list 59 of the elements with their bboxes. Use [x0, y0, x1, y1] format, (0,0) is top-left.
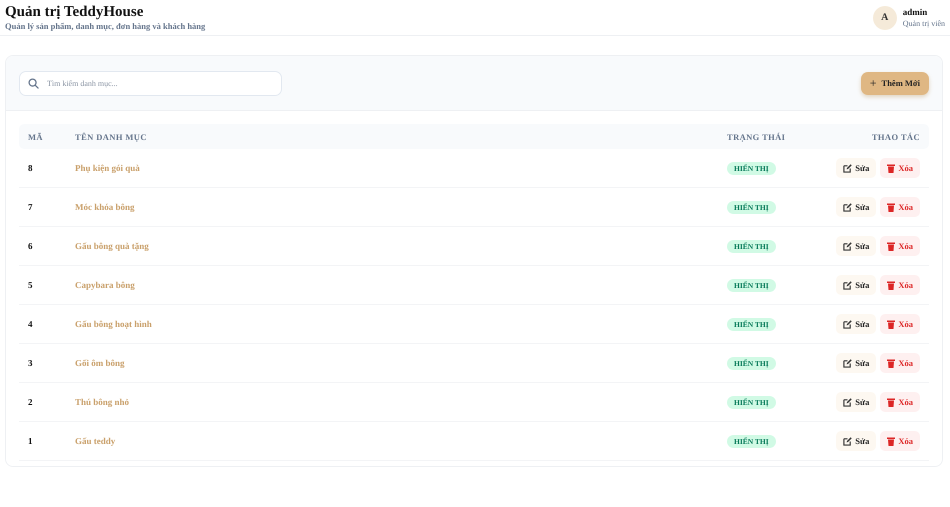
- edit-icon: [843, 242, 852, 250]
- trash-icon: [887, 280, 896, 290]
- trash-icon: [887, 242, 896, 250]
- delete-button[interactable]: Xóa: [880, 353, 920, 373]
- edit-button[interactable]: Sửa: [836, 158, 876, 178]
- id-cell-text: 6: [28, 241, 34, 251]
- edit-button[interactable]: Sửa: [836, 236, 876, 256]
- id-cell-text: 3: [28, 358, 34, 368]
- page-subtitle: Quản lý sản phẩm, danh mục, đơn hàng và khách hàng: [5, 21, 206, 31]
- category-name: Capybara bông: [75, 280, 136, 290]
- column-header: MÃ: [28, 132, 44, 142]
- search-field[interactable]: Tìm kiếm danh mục...: [19, 70, 282, 96]
- trash-icon: [887, 398, 896, 406]
- edit-button[interactable]: Sửa: [836, 275, 876, 295]
- category-name: Móc khóa bông: [75, 202, 136, 212]
- delete-button[interactable]: Xóa: [880, 197, 920, 217]
- edit-button[interactable]: Sửa: [836, 353, 876, 373]
- trash-icon: [887, 202, 896, 212]
- add-new-button[interactable]: + Thêm Mới: [860, 72, 929, 94]
- edit-icon: [843, 164, 852, 172]
- user-avatar[interactable]: A: [872, 6, 897, 30]
- edit-button[interactable]: Sửa: [836, 392, 876, 412]
- column-header: TRẠNG THÁI: [727, 132, 786, 142]
- column-header: THAO TÁC: [870, 132, 920, 142]
- category-name: Gối ôm bông: [75, 358, 126, 368]
- delete-button[interactable]: Xóa: [880, 236, 920, 256]
- category-name: Thú bông nhỏ: [75, 397, 130, 407]
- category-name: Phụ kiện gói quà: [75, 163, 141, 173]
- edit-icon: [843, 398, 852, 406]
- id-cell-text: 2: [28, 397, 34, 407]
- trash-icon: [887, 320, 896, 328]
- delete-button[interactable]: Xóa: [880, 275, 920, 295]
- edit-button[interactable]: Sửa: [836, 197, 876, 217]
- id-cell-text: 7: [28, 202, 34, 212]
- delete-button[interactable]: Xóa: [880, 158, 920, 178]
- category-name: Gấu bông quà tặng: [75, 241, 150, 251]
- edit-icon: [843, 202, 852, 212]
- user-role: Quản trị viên: [902, 18, 945, 28]
- edit-button[interactable]: Sửa: [836, 431, 876, 451]
- trash-icon: [887, 358, 896, 368]
- user-name: admin: [902, 6, 928, 18]
- category-name: Gấu teddy: [75, 436, 116, 446]
- delete-button[interactable]: Xóa: [880, 314, 920, 334]
- edit-icon: [843, 280, 852, 290]
- trash-icon: [887, 164, 896, 172]
- column-header: TÊN DANH MỤC: [75, 132, 148, 142]
- delete-button[interactable]: Xóa: [880, 392, 920, 412]
- id-cell-text: 8: [28, 163, 34, 173]
- trash-icon: [887, 436, 896, 446]
- edit-icon: [843, 436, 852, 446]
- edit-button[interactable]: Sửa: [836, 314, 876, 334]
- page-title: Quản trị TeddyHouse: [5, 4, 144, 20]
- edit-icon: [843, 358, 852, 368]
- id-cell-text: 1: [28, 436, 34, 446]
- category-name: Gấu bông hoạt hình: [75, 319, 153, 329]
- delete-button[interactable]: Xóa: [880, 431, 920, 451]
- id-cell-text: 4: [28, 319, 34, 329]
- edit-icon: [843, 320, 852, 328]
- id-cell-text: 5: [28, 280, 34, 290]
